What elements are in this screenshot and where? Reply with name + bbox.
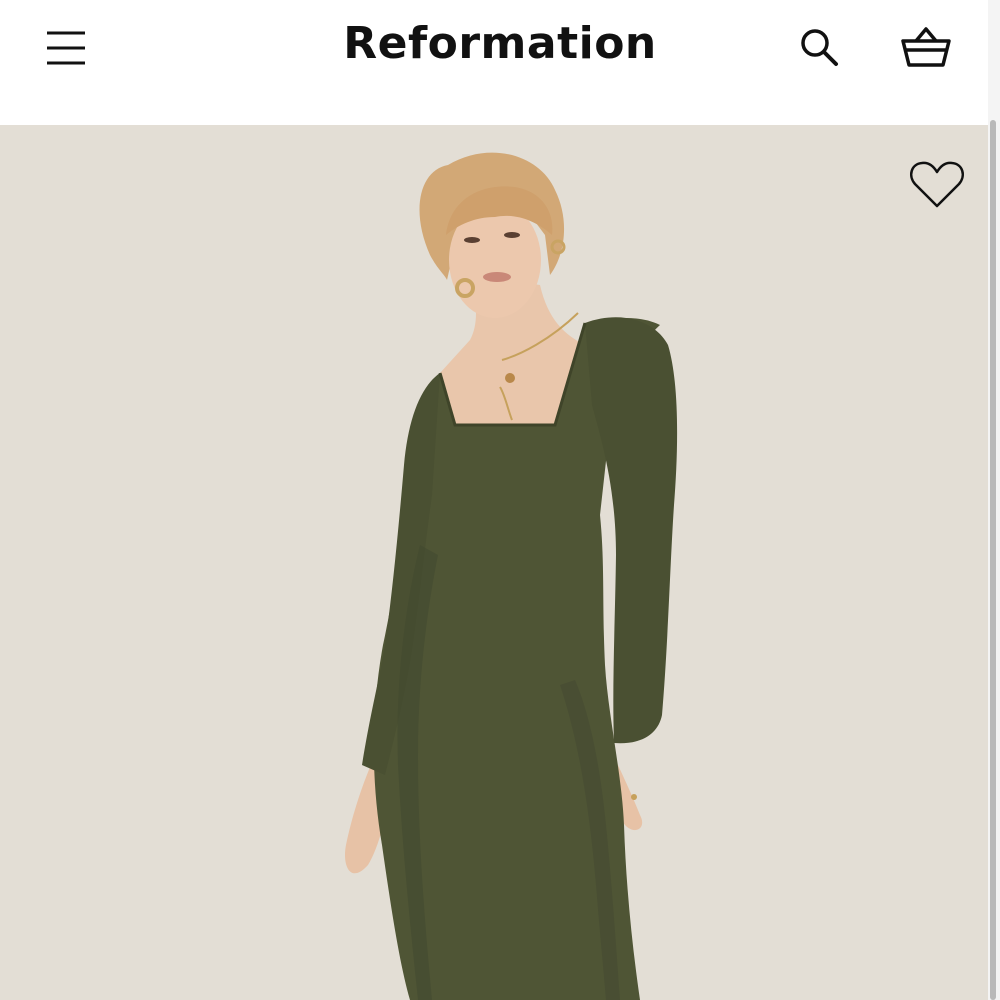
brand-logo[interactable]: Reformation (0, 18, 1000, 69)
bag-button[interactable] (896, 22, 956, 74)
menu-button[interactable] (40, 24, 92, 72)
wishlist-button[interactable] (904, 155, 970, 215)
product-image[interactable] (0, 125, 988, 1000)
search-icon (801, 29, 838, 66)
shopping-basket-icon (901, 27, 951, 67)
page-scrollbar[interactable] (988, 0, 1000, 1000)
site-header: Reformation (0, 0, 1000, 125)
scrollbar-thumb[interactable] (990, 120, 996, 1000)
heart-outline-icon (909, 161, 965, 208)
search-button[interactable] (794, 24, 846, 72)
hamburger-menu-icon (47, 31, 85, 65)
model-wearing-dress-image (0, 125, 988, 1000)
